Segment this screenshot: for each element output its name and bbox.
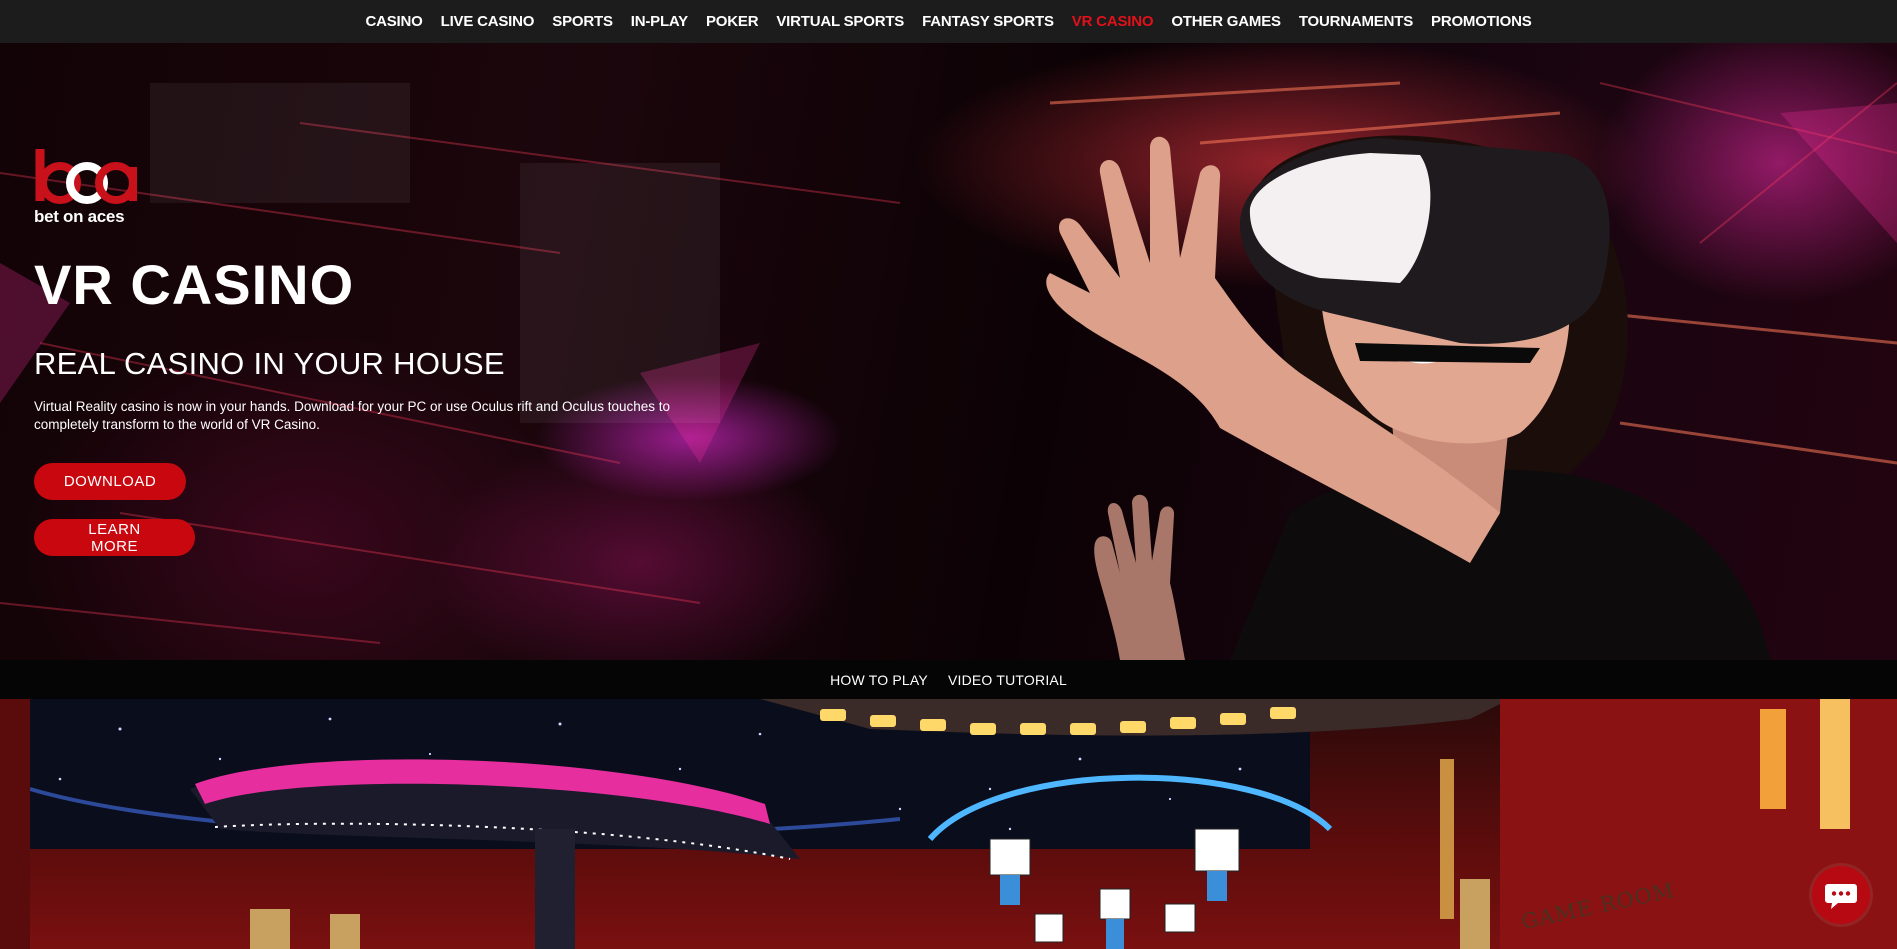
- boa-logo-icon: [35, 149, 137, 204]
- nav-item-poker[interactable]: POKER: [697, 0, 767, 43]
- video-tutorial-link[interactable]: VIDEO TUTORIAL: [948, 672, 1067, 688]
- nav-item-casino[interactable]: CASINO: [356, 0, 431, 43]
- download-button[interactable]: DOWNLOAD: [34, 463, 186, 500]
- brand-logo[interactable]: bet on aces: [34, 145, 144, 235]
- how-to-play-link[interactable]: HOW TO PLAY: [830, 672, 928, 688]
- vr-casino-scene-image: GAME ROOM: [0, 699, 1897, 949]
- brand-name: bet on aces: [34, 207, 125, 226]
- nav-item-other-games[interactable]: OTHER GAMES: [1162, 0, 1289, 43]
- hero-subtitle: REAL CASINO IN YOUR HOUSE: [34, 346, 505, 381]
- learn-more-button[interactable]: LEARN MORE: [34, 519, 195, 556]
- nav-item-fantasy-sports[interactable]: FANTASY SPORTS: [913, 0, 1063, 43]
- chat-bubble-icon: [1825, 884, 1857, 909]
- nav-item-in-play[interactable]: IN-PLAY: [622, 0, 697, 43]
- main-nav: CASINO LIVE CASINO SPORTS IN-PLAY POKER VIRTU…: [0, 0, 1897, 43]
- page-title: VR CASINO: [34, 253, 355, 316]
- sub-nav: HOW TO PLAY VIDEO TUTORIAL: [0, 660, 1897, 699]
- hero-description: Virtual Reality casino is now in your ha…: [34, 399, 671, 432]
- nav-item-tournaments[interactable]: TOURNAMENTS: [1290, 0, 1422, 43]
- nav-item-virtual-sports[interactable]: VIRTUAL SPORTS: [767, 0, 913, 43]
- nav-item-vr-casino[interactable]: VR CASINO: [1063, 0, 1163, 43]
- hero-banner: bet on aces VR CASINO REAL CASINO IN YOU…: [0, 43, 1897, 660]
- main-nav-list: CASINO LIVE CASINO SPORTS IN-PLAY POKER VIRTU…: [356, 0, 1540, 43]
- nav-item-promotions[interactable]: PROMOTIONS: [1422, 0, 1541, 43]
- nav-item-live-casino[interactable]: LIVE CASINO: [432, 0, 544, 43]
- nav-item-sports[interactable]: SPORTS: [543, 0, 621, 43]
- live-chat-button[interactable]: [1812, 866, 1870, 924]
